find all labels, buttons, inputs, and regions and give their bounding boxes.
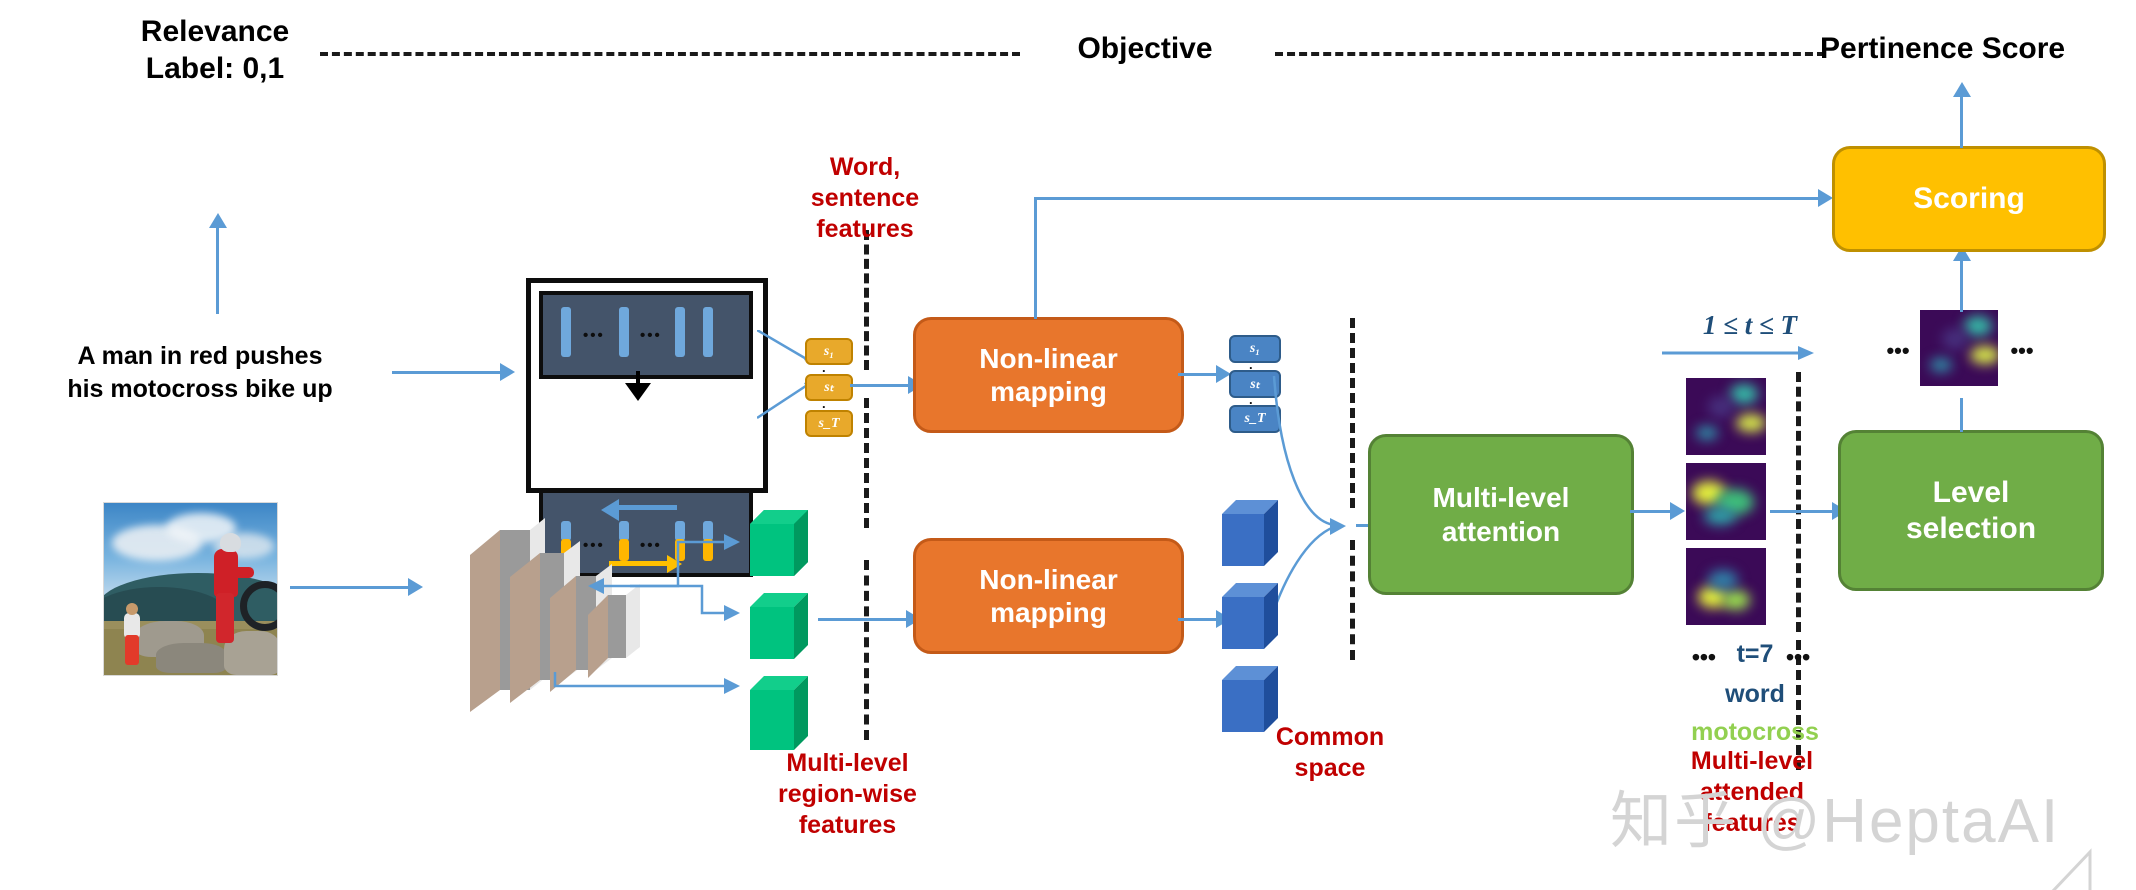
region-features-label: Multi-level region-wise features — [735, 748, 960, 841]
selected-heatmap-dots-left: ••• — [1886, 338, 1910, 363]
word-value-label: motocross — [1691, 718, 1819, 746]
wsf-line3: features — [816, 215, 914, 243]
wsf-line2: sentence — [810, 184, 920, 212]
nonlinear-mapping-text-box[interactable]: Non-linear mapping — [913, 317, 1184, 433]
common-space-cube-2 — [1222, 583, 1284, 655]
skip-to-scoring-horizontal — [1034, 197, 1824, 200]
cs-line2: space — [1294, 754, 1366, 782]
chip-st-yellow-label: sₜ — [824, 380, 834, 395]
wsf-line1: Word, — [829, 153, 901, 181]
skip-to-scoring-vertical — [1034, 197, 1037, 319]
selected-heatmap-to-level-line — [1960, 398, 1963, 432]
t-index-label: t=7 — [1736, 640, 1774, 668]
word-label: word — [1725, 680, 1785, 708]
objective-dash-right — [1275, 52, 1825, 56]
image-to-cnn-arrowhead — [408, 578, 423, 596]
attention-line2: attention — [1441, 515, 1561, 547]
feature-divider-text-bottom — [864, 398, 869, 528]
regions-to-nlm-image-arrow — [818, 618, 910, 621]
input-image — [103, 502, 278, 676]
chips-to-nlm-text-arrow — [850, 384, 912, 387]
rf-line3: features — [798, 811, 897, 839]
watermark-logo-icon — [2050, 848, 2120, 890]
nlm-text-to-chips-arrow — [1178, 373, 1220, 376]
pertinence-score-title: Pertinence Score — [1820, 32, 2066, 65]
chip-st-blue-label: sₜ — [1250, 376, 1260, 392]
scoring-to-pertinence-line — [1960, 96, 1963, 148]
watermark: 知乎 @HeptaAI — [1610, 787, 2061, 856]
chip-st-yellow: sₜ — [805, 374, 853, 401]
level-selection-box[interactable]: Level selection — [1838, 430, 2104, 591]
rf-line2: region-wise — [778, 780, 917, 808]
attention-heatmap-2 — [1686, 463, 1766, 540]
chip-sT-yellow: s_T — [805, 410, 853, 437]
chip-s1-blue: s₁ — [1229, 335, 1281, 363]
cnn-backbone — [440, 500, 760, 730]
attention-to-heatmaps-arrowhead — [1670, 502, 1685, 520]
scoring-box[interactable]: Scoring — [1832, 146, 2106, 252]
attention-to-heatmaps-arrow — [1630, 510, 1674, 513]
region-feature-cube-3 — [750, 676, 814, 756]
level-selection-line1: Level — [1932, 476, 2010, 510]
nonlinear-mapping-image-box[interactable]: Non-linear mapping — [913, 538, 1184, 654]
dots-left-label: ••• — [1691, 644, 1716, 670]
relevance-arrow-head — [209, 213, 227, 228]
selected-heatmap-dots-right: ••• — [2010, 338, 2034, 363]
nlm-image-line2: mapping — [990, 597, 1107, 628]
relevance-arrow-shaft — [216, 226, 219, 314]
nlm-image-to-cubes-arrow — [1178, 618, 1220, 621]
bilstm-module: ••• ••• ••• ••• — [526, 278, 768, 577]
common-space-label: Common space — [1240, 722, 1420, 784]
attention-heatmap-1 — [1686, 378, 1766, 455]
cs-line1: Common — [1275, 723, 1385, 751]
scoring-to-pertinence-arrowhead — [1953, 82, 1971, 97]
relevance-label-line2: Label: 0,1 — [145, 51, 285, 85]
chip-s1-yellow-label: s₁ — [823, 343, 835, 359]
chip-s1-yellow: s₁ — [805, 338, 853, 365]
caption-text: A man in red pushes his motocross bike u… — [20, 340, 380, 405]
image-to-cnn-arrow — [290, 586, 410, 589]
skip-to-scoring-arrowhead — [1818, 189, 1833, 207]
caption-to-lstm-arrowhead — [500, 363, 515, 381]
caption-line2: his motocross bike up — [67, 374, 333, 403]
t-range-arrow — [1662, 346, 1822, 362]
relevance-label-line1: Relevance — [140, 15, 290, 48]
attention-heatmap-3 — [1686, 548, 1766, 625]
dots-right-label: ••• — [1786, 644, 1811, 670]
multi-level-attention-box[interactable]: Multi-level attention — [1368, 434, 1634, 595]
heatmap-to-scoring-line — [1960, 260, 1963, 312]
t-range-annotation: 1 ≤ t ≤ T — [1702, 310, 1798, 340]
objective-title: Objective — [1077, 32, 1213, 65]
scoring-label: Scoring — [1913, 182, 2025, 216]
region-feature-cube-1 — [750, 510, 814, 582]
region-feature-divider — [864, 560, 869, 740]
region-feature-cube-2 — [750, 593, 814, 665]
common-space-divider-bottom — [1350, 540, 1355, 660]
relevance-label: Relevance Label: 0,1 — [80, 14, 350, 87]
level-selection-line2: selection — [1905, 511, 2037, 545]
bilstm-forward-panel: ••• ••• — [539, 291, 753, 379]
nlm-text-line2: mapping — [990, 376, 1107, 407]
caption-to-lstm-arrow — [392, 371, 502, 374]
nlm-text-line1: Non-linear — [979, 342, 1118, 374]
attention-line1: Multi-level — [1432, 482, 1570, 514]
chip-s1-blue-label: s₁ — [1249, 341, 1261, 356]
caption-line1: A man in red pushes — [77, 342, 323, 370]
attended-features-divider-top — [1796, 372, 1801, 632]
feature-divider-text-top — [864, 230, 869, 370]
heatmaps-to-level-selection-arrow — [1770, 510, 1836, 513]
selected-attention-heatmap — [1920, 310, 1998, 386]
rf-line1: Multi-level — [786, 749, 909, 777]
chip-sT-yellow-label: s_T — [818, 415, 840, 431]
nlm-image-line1: Non-linear — [979, 563, 1118, 595]
objective-dash-left — [320, 52, 1020, 56]
word-sentence-features-label: Word, sentence features — [775, 152, 955, 245]
common-space-cube-1 — [1222, 500, 1284, 572]
diagram-canvas: Relevance Label: 0,1 Objective Pertinenc… — [0, 0, 2136, 890]
common-space-divider-top — [1350, 318, 1355, 508]
